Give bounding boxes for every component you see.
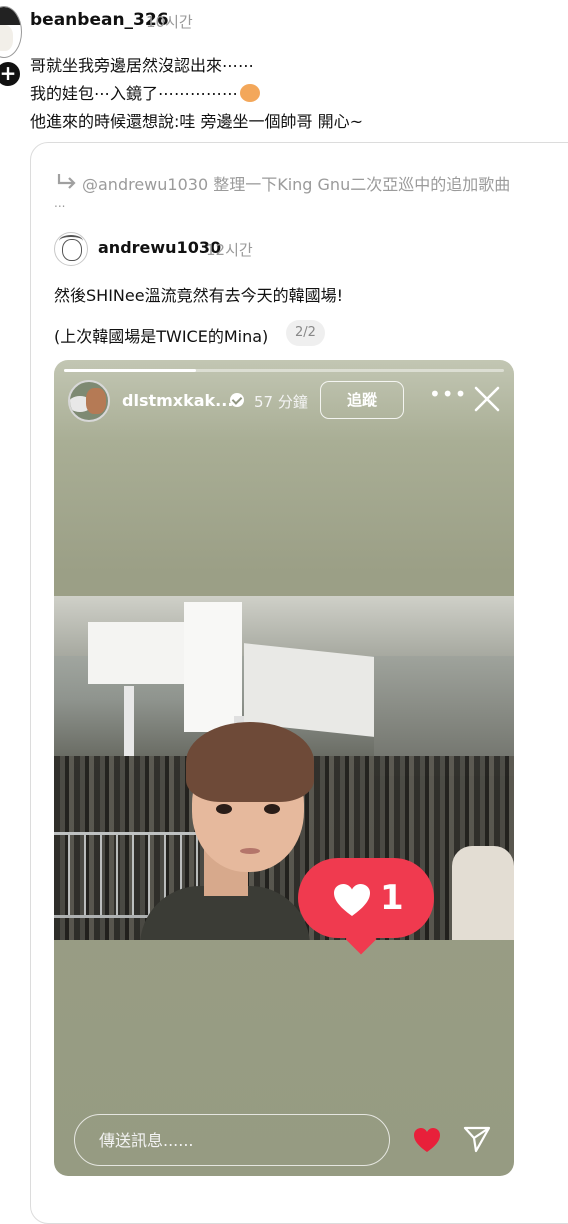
person-eye <box>264 804 280 814</box>
heart-icon <box>334 884 370 916</box>
post-text-line-3: 他進來的時候還想說:哇 旁邊坐一個帥哥 開心~ <box>30 112 363 131</box>
shocked-face-emoji-icon <box>240 84 261 102</box>
quoted-text-line-2: (上次韓國場是TWICE的Mina) <box>54 327 269 346</box>
heart-icon[interactable] <box>412 1126 442 1154</box>
post-text-line-2-text: 我的娃包⋯入鏡了⋯⋯⋯⋯⋯ <box>30 84 239 103</box>
reply-arrow-icon <box>57 174 76 189</box>
more-options-icon[interactable]: ••• <box>429 382 467 406</box>
message-input[interactable] <box>74 1114 390 1166</box>
story-avatar-shape-2 <box>86 388 106 414</box>
post-text-line-1: 哥就坐我旁邊居然沒認出來⋯⋯ <box>30 56 255 75</box>
story-progress-bar <box>64 369 504 372</box>
avatar[interactable] <box>0 6 22 58</box>
fan-right <box>452 846 514 940</box>
plus-icon[interactable]: + <box>0 60 22 88</box>
reply-reference-more: ... <box>54 196 66 210</box>
like-count: 1 <box>380 878 404 918</box>
page-indicator: 2/2 <box>286 320 325 346</box>
avatar-face <box>0 25 13 51</box>
send-icon[interactable] <box>462 1124 492 1154</box>
avatar-hair <box>0 7 21 25</box>
person-hair <box>186 722 314 802</box>
person-mouth <box>240 848 260 854</box>
story-viewer[interactable]: dlstmxkak... 57 分鐘 追蹤 ••• 1 <box>54 360 514 1176</box>
person-eye <box>216 804 232 814</box>
story-username[interactable]: dlstmxkak... <box>122 391 233 410</box>
verified-check-icon <box>230 393 244 407</box>
follow-button[interactable]: 追蹤 <box>320 381 404 419</box>
story-avatar[interactable] <box>68 380 110 422</box>
story-progress-fill <box>64 369 196 372</box>
close-icon[interactable] <box>472 384 502 414</box>
quoted-username[interactable]: andrewu1030 <box>98 238 221 257</box>
quoted-text-line-1: 然後SHINee溫流竟然有去今天的韓國場! <box>54 286 343 305</box>
quoted-timestamp: 12시간 <box>206 241 253 259</box>
quoted-avatar-face <box>62 239 82 261</box>
quoted-avatar[interactable] <box>54 232 88 266</box>
post-text-line-2: 我的娃包⋯入鏡了⋯⋯⋯⋯⋯ <box>30 80 261 104</box>
reply-reference[interactable]: @andrewu1030 整理一下King Gnu二次亞巡中的追加歌曲 <box>82 171 510 195</box>
post-timestamp: 10시간 <box>146 13 193 31</box>
stage-post <box>124 686 134 756</box>
story-time: 57 分鐘 <box>254 393 308 411</box>
concert-selfie-photo <box>54 596 514 940</box>
stage-screen-center <box>184 602 242 732</box>
